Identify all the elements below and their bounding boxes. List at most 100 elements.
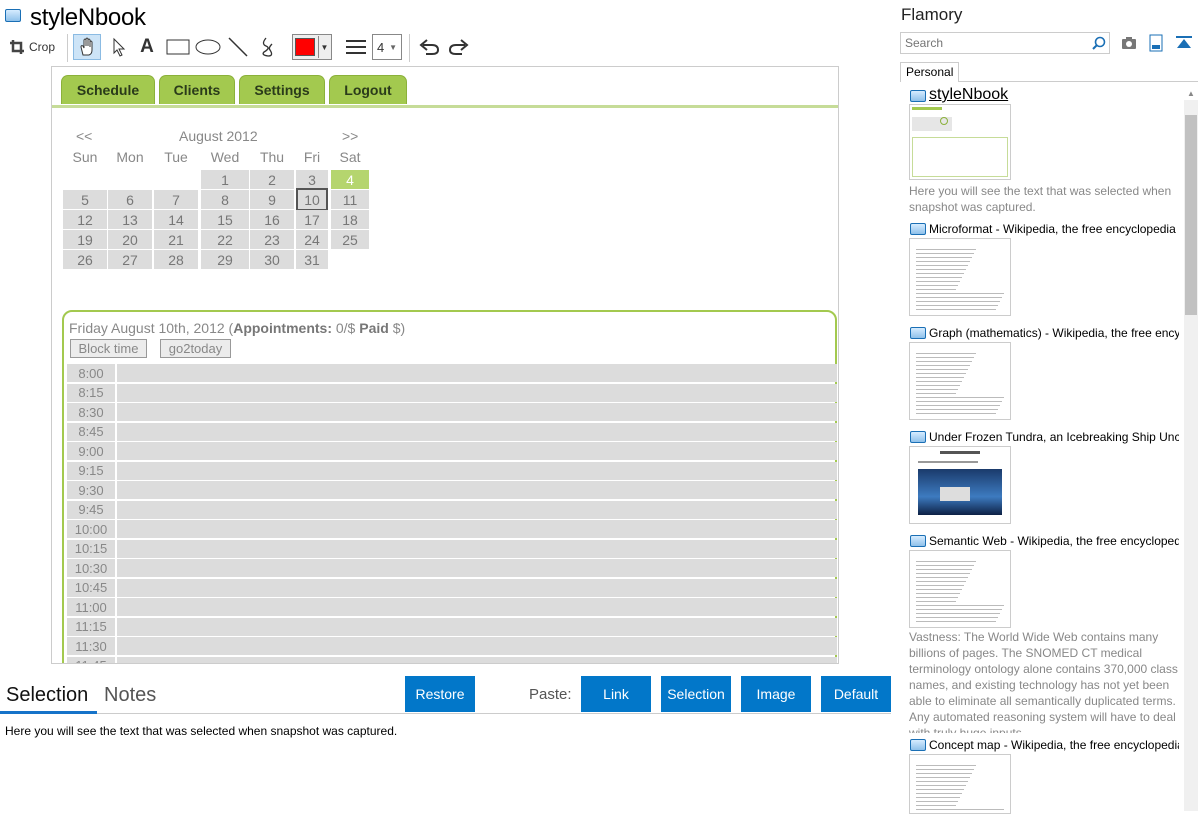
paste-link-button[interactable]: Link xyxy=(581,676,651,712)
crop-button[interactable]: Crop xyxy=(6,34,58,60)
calendar-day[interactable]: 13 xyxy=(108,210,152,229)
calendar-day[interactable]: 23 xyxy=(250,230,294,249)
snapshot-item-title[interactable]: Microformat - Wikipedia, the free encycl… xyxy=(929,222,1179,236)
paste-selection-button[interactable]: Selection xyxy=(661,676,731,712)
calendar-day[interactable]: 1 xyxy=(201,170,249,189)
calendar-day[interactable]: 30 xyxy=(250,250,294,269)
calendar-prev[interactable]: << xyxy=(76,128,92,144)
tab-selection[interactable]: Selection xyxy=(6,684,88,707)
rectangle-tool-button[interactable] xyxy=(165,34,191,60)
snapshot-item-title[interactable]: styleNbook xyxy=(929,86,1008,104)
redo-button[interactable] xyxy=(446,34,472,60)
snapshot-item-title[interactable]: Under Frozen Tundra, an Icebreaking Ship… xyxy=(929,430,1179,444)
calendar-day[interactable]: 7 xyxy=(154,190,198,209)
calendar-day[interactable]: 15 xyxy=(201,210,249,229)
line-width-button[interactable] xyxy=(344,34,368,60)
calendar-day[interactable]: 27 xyxy=(108,250,152,269)
calendar-day[interactable]: 21 xyxy=(154,230,198,249)
time-slot[interactable] xyxy=(117,364,837,382)
go2today-button[interactable]: go2today xyxy=(160,339,231,358)
snapshot-item-title[interactable]: Concept map - Wikipedia, the free encycl… xyxy=(929,738,1179,752)
tab-logout[interactable]: Logout xyxy=(329,75,407,104)
document-icon[interactable] xyxy=(1149,34,1163,52)
snapshot-view[interactable]: Schedule Clients Settings Logout << Augu… xyxy=(51,66,839,664)
search-icon[interactable] xyxy=(1091,35,1107,51)
paste-default-button[interactable]: Default xyxy=(821,676,891,712)
tab-clients[interactable]: Clients xyxy=(159,75,235,104)
calendar-day[interactable]: 2 xyxy=(250,170,294,189)
snapshot-thumbnail[interactable] xyxy=(909,446,1011,524)
time-slot[interactable] xyxy=(117,578,837,597)
thumbnail-text-line xyxy=(916,781,968,782)
time-slot[interactable] xyxy=(117,656,837,663)
freehand-tool-button[interactable] xyxy=(256,34,280,60)
scrollbar-thumb[interactable] xyxy=(1185,115,1197,315)
snapshot-thumbnail[interactable] xyxy=(909,104,1011,180)
select-tool-button[interactable] xyxy=(107,34,131,60)
tab-notes[interactable]: Notes xyxy=(104,684,156,707)
calendar-day[interactable]: 12 xyxy=(63,210,107,229)
time-slot[interactable] xyxy=(117,520,837,538)
hand-tool-button[interactable] xyxy=(73,34,101,60)
time-slot[interactable] xyxy=(117,442,837,460)
undo-button[interactable] xyxy=(416,34,442,60)
tab-settings[interactable]: Settings xyxy=(239,75,325,104)
calendar-day[interactable]: 16 xyxy=(250,210,294,229)
search-input[interactable] xyxy=(900,32,1110,54)
redo-icon xyxy=(448,39,469,55)
time-slot[interactable] xyxy=(117,598,837,616)
calendar-day[interactable]: 28 xyxy=(154,250,198,269)
tab-schedule[interactable]: Schedule xyxy=(61,75,155,104)
scroll-to-top-icon[interactable] xyxy=(1175,35,1193,51)
calendar-day[interactable]: 26 xyxy=(63,250,107,269)
time-slot[interactable] xyxy=(117,559,837,577)
selection-text[interactable]: Here you will see the text that was sele… xyxy=(5,724,397,738)
time-slot[interactable] xyxy=(117,481,837,499)
calendar-day[interactable]: 3 xyxy=(296,170,328,189)
time-slot[interactable] xyxy=(117,500,837,519)
snapshot-thumbnail[interactable] xyxy=(909,754,1011,814)
snapshot-item-title[interactable]: Semantic Web - Wikipedia, the free encyc… xyxy=(929,534,1179,548)
paste-image-button[interactable]: Image xyxy=(741,676,811,712)
time-slot[interactable] xyxy=(117,403,837,421)
color-picker[interactable]: ▼ xyxy=(292,34,332,60)
camera-icon[interactable] xyxy=(1121,36,1137,50)
line-width-select[interactable]: 4 ▼ xyxy=(372,34,402,60)
time-slot[interactable] xyxy=(117,422,837,441)
time-slot[interactable] xyxy=(117,383,837,402)
calendar-day[interactable]: 20 xyxy=(108,230,152,249)
calendar-next[interactable]: >> xyxy=(342,128,358,144)
time-slot[interactable] xyxy=(117,617,837,636)
snapshot-thumbnail[interactable] xyxy=(909,342,1011,420)
calendar-day[interactable]: 17 xyxy=(296,210,328,229)
snapshot-item-title[interactable]: Graph (mathematics) - Wikipedia, the fre… xyxy=(929,326,1179,340)
time-slot[interactable] xyxy=(117,637,837,655)
ellipse-tool-button[interactable] xyxy=(194,34,222,60)
calendar-day[interactable]: 5 xyxy=(63,190,107,209)
calendar-day[interactable]: 31 xyxy=(296,250,328,269)
restore-button[interactable]: Restore xyxy=(405,676,475,712)
calendar-day[interactable]: 14 xyxy=(154,210,198,229)
text-tool-button[interactable]: A xyxy=(136,34,158,60)
calendar-day[interactable]: 22 xyxy=(201,230,249,249)
calendar-day[interactable]: 9 xyxy=(250,190,294,209)
calendar-day[interactable]: 8 xyxy=(201,190,249,209)
calendar-day[interactable]: 4 xyxy=(331,170,369,189)
scroll-up-icon[interactable]: ▲ xyxy=(1184,86,1198,100)
calendar-day[interactable]: 19 xyxy=(63,230,107,249)
calendar-day[interactable]: 11 xyxy=(331,190,369,209)
calendar-day[interactable]: 24 xyxy=(296,230,328,249)
time-slot[interactable] xyxy=(117,461,837,480)
time-slot-label: 9:45 xyxy=(67,500,115,519)
snapshot-thumbnail[interactable] xyxy=(909,238,1011,316)
calendar-day[interactable]: 25 xyxy=(331,230,369,249)
calendar-day[interactable]: 18 xyxy=(331,210,369,229)
calendar-day[interactable]: 29 xyxy=(201,250,249,269)
time-slot[interactable] xyxy=(117,539,837,558)
snapshot-thumbnail[interactable] xyxy=(909,550,1011,628)
calendar-day[interactable]: 6 xyxy=(108,190,152,209)
calendar-day[interactable]: 10 xyxy=(296,188,328,211)
tab-personal[interactable]: Personal xyxy=(900,62,959,82)
line-tool-button[interactable] xyxy=(226,34,250,60)
block-time-button[interactable]: Block time xyxy=(70,339,147,358)
